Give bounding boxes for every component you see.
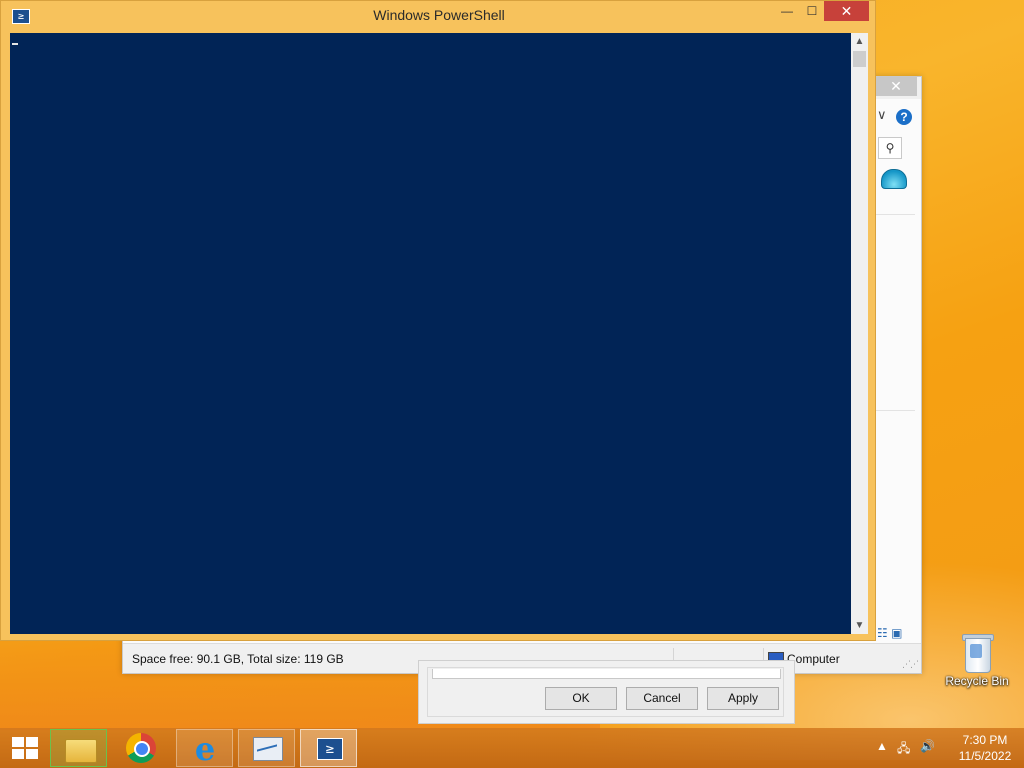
properties-dialog[interactable]: OK Cancel Apply [418, 660, 795, 724]
scroll-thumb[interactable] [853, 51, 866, 67]
powershell-window[interactable]: ≥ Windows PowerShell — ☐ ✕ ▲ ▼ [0, 0, 876, 641]
minimize-button[interactable]: — [774, 1, 800, 21]
text-cursor [12, 43, 18, 45]
view-toggle-icons[interactable]: ☷ ▣ [877, 626, 902, 640]
window-title: Windows PowerShell [373, 7, 505, 23]
explorer-close-button[interactable]: ✕ [875, 77, 917, 96]
show-hidden-icons-chevron-icon[interactable]: ▲ [876, 739, 888, 753]
start-button[interactable] [0, 728, 48, 768]
ribbon-expand-chevron-icon[interactable]: ∨ [877, 107, 887, 123]
search-icon[interactable]: ⚲ [878, 137, 902, 159]
explorer-divider [875, 214, 915, 215]
close-button[interactable]: ✕ [824, 1, 869, 21]
console-area[interactable] [10, 33, 851, 634]
system-clock[interactable]: 7:30 PM 11/5/2022 [950, 732, 1020, 764]
clock-date: 11/5/2022 [958, 749, 1012, 763]
network-icon[interactable]: 🖧 [897, 739, 910, 760]
shell-icon [881, 169, 907, 189]
cancel-button[interactable]: Cancel [626, 687, 698, 710]
taskbar: e ≥ ▲ 🖧 🔊 7:30 PM 11/5/2022 [0, 728, 1024, 768]
apply-button[interactable]: Apply [707, 687, 779, 710]
scroll-up-button[interactable]: ▲ [851, 33, 868, 50]
performance-monitor-icon [253, 737, 283, 761]
vertical-scrollbar[interactable]: ▲ ▼ [851, 33, 868, 634]
recycle-bin-icon [962, 632, 994, 673]
recycle-bin-shortcut[interactable]: Recycle Bin [940, 630, 1014, 700]
taskbar-powershell[interactable]: ≥ [300, 729, 357, 767]
clock-time: 7:30 PM [962, 733, 1008, 747]
recycle-bin-label: Recycle Bin [945, 674, 1009, 688]
dialog-field [432, 669, 781, 679]
taskbar-performance-monitor[interactable] [238, 729, 295, 767]
ok-button[interactable]: OK [545, 687, 617, 710]
chrome-icon [126, 733, 156, 763]
internet-explorer-icon: e [194, 730, 216, 768]
resize-grip-icon[interactable]: ⋰⋰ [902, 659, 919, 670]
scroll-down-button[interactable]: ▼ [851, 617, 868, 634]
status-space-text: Space free: 90.1 GB, Total size: 119 GB [132, 652, 344, 666]
maximize-button[interactable]: ☐ [800, 1, 824, 21]
windows-logo-icon [12, 737, 38, 759]
help-icon[interactable]: ? [896, 109, 912, 125]
taskbar-chrome[interactable] [114, 729, 171, 767]
taskbar-file-explorer[interactable] [50, 729, 107, 767]
explorer-divider [875, 410, 915, 411]
volume-icon[interactable]: 🔊 [920, 739, 935, 753]
folder-icon [65, 739, 97, 763]
taskbar-internet-explorer[interactable]: e [176, 729, 233, 767]
powershell-icon: ≥ [317, 738, 343, 760]
